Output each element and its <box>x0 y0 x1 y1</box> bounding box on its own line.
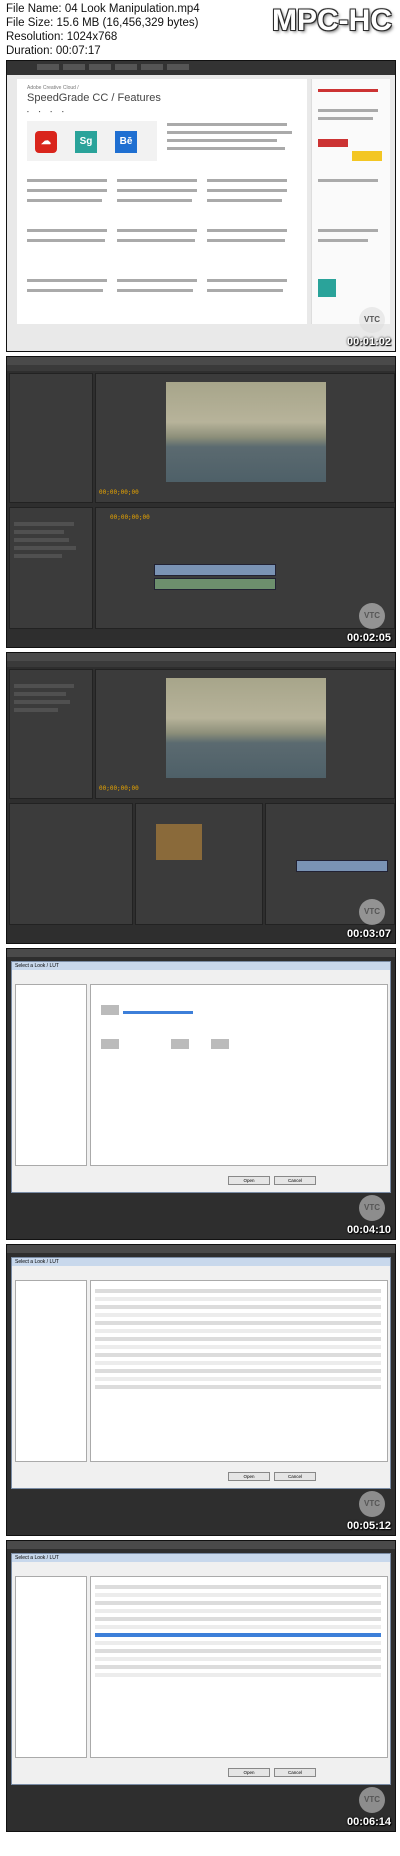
timestamp: 00:04:10 <box>346 1224 391 1236</box>
timestamp: 00:06:14 <box>346 1816 391 1828</box>
effect-controls-panel <box>9 373 93 503</box>
file-list[interactable] <box>90 1280 388 1462</box>
timestamp: 00:03:07 <box>346 928 391 940</box>
speedgrade-icon: Sg <box>75 131 97 153</box>
hard-drive-icon <box>101 1039 119 1049</box>
vtc-watermark-icon: VTC <box>359 899 385 925</box>
timestamp: 00:02:05 <box>346 632 391 644</box>
cancel-button[interactable]: Cancel <box>274 1176 316 1185</box>
timeline-clip[interactable] <box>154 564 276 576</box>
timestamp: 00:01:02 <box>346 336 391 348</box>
open-button[interactable]: Open <box>228 1472 270 1481</box>
creative-cloud-icon: ☁ <box>35 131 57 153</box>
file-size-value: 15.6 MB (16,456,329 bytes) <box>56 17 199 29</box>
vtc-watermark-icon: VTC <box>359 603 385 629</box>
selected-file-row[interactable] <box>95 1633 381 1637</box>
thumbnail-6[interactable]: Select a Look / LUT Open Cancel VTC 00:0… <box>6 1540 396 1832</box>
site-nav-bar <box>7 61 395 75</box>
project-panel <box>9 507 93 629</box>
folder-tree[interactable] <box>15 1280 87 1462</box>
thumbnail-4[interactable]: Select a Look / LUT Open Cancel VTC 00:0… <box>6 948 396 1240</box>
cancel-button[interactable]: Cancel <box>274 1768 316 1777</box>
duration-value: 00:07:17 <box>55 45 101 57</box>
media-browser-panel <box>135 803 263 925</box>
speedgrade-side-icon <box>318 279 336 297</box>
project-panel <box>9 803 133 925</box>
timeline-clip[interactable] <box>154 578 276 590</box>
timestamp: 00:05:12 <box>346 1520 391 1532</box>
open-button[interactable]: Open <box>228 1768 270 1777</box>
program-monitor: 00;00;00;00 <box>95 669 395 799</box>
vtc-watermark-icon: VTC <box>359 1195 385 1221</box>
timecode: 00;00;00;00 <box>99 489 139 496</box>
thumbnail-2[interactable]: 00;00;00;00 00;00;00;00 VTC 00:02:05 <box>6 356 396 648</box>
video-frame <box>166 678 326 778</box>
page-title: SpeedGrade CC / Features <box>27 92 161 104</box>
media-thumbnail[interactable] <box>156 824 202 860</box>
select-look-dialog: Select a Look / LUT Open Cancel <box>11 1553 391 1785</box>
thumbnail-1[interactable]: Adobe Creative Cloud / SpeedGrade CC / F… <box>6 60 396 352</box>
vtc-watermark-icon: VTC <box>359 1787 385 1813</box>
open-button[interactable]: Open <box>228 1176 270 1185</box>
breadcrumb: Adobe Creative Cloud / <box>27 85 79 91</box>
hard-drive-icon <box>101 1005 119 1015</box>
file-name-line: File Name: 04 Look Manipulation.mp4 <box>6 3 200 15</box>
web-sidebar <box>311 79 390 324</box>
vtc-watermark-icon: VTC <box>359 307 385 333</box>
hero-banner: ☁ Sg Bē <box>27 121 157 161</box>
select-look-dialog: Select a Look / LUT Open Cancel <box>11 1257 391 1489</box>
thumbnail-3[interactable]: 00;00;00;00 VTC 00:03:07 <box>6 652 396 944</box>
dialog-title: Select a Look / LUT <box>12 962 390 970</box>
hard-drive-icon <box>211 1039 229 1049</box>
cancel-button[interactable]: Cancel <box>274 1472 316 1481</box>
join-button[interactable] <box>352 151 382 161</box>
file-name-value: 04 Look Manipulation.mp4 <box>64 3 200 15</box>
thumbnail-5[interactable]: Select a Look / LUT Open Cancel VTC 00:0… <box>6 1244 396 1536</box>
vtc-watermark-icon: VTC <box>359 1491 385 1517</box>
mpc-hc-logo: MPC-HC <box>272 4 392 37</box>
video-frame <box>166 382 326 482</box>
select-look-dialog: Select a Look / LUT Open Cancel <box>11 961 391 1193</box>
file-list[interactable] <box>90 1576 388 1758</box>
web-main-content: Adobe Creative Cloud / SpeedGrade CC / F… <box>17 79 307 324</box>
behance-icon: Bē <box>115 131 137 153</box>
resolution-value: 1024x768 <box>66 31 118 43</box>
menu-bar <box>7 357 395 365</box>
resolution-line: Resolution: 1024x768 <box>6 31 118 43</box>
program-monitor: 00;00;00;00 <box>95 373 395 503</box>
effects-panel <box>9 669 93 799</box>
file-size-line: File Size: 15.6 MB (16,456,329 bytes) <box>6 17 199 29</box>
folder-tree[interactable] <box>15 1576 87 1758</box>
timeline-panel: 00;00;00;00 <box>95 507 395 629</box>
hard-drive-icon <box>171 1039 189 1049</box>
drive-list[interactable] <box>90 984 388 1166</box>
duration-line: Duration: 00:07:17 <box>6 45 101 57</box>
sub-tabs: ▪ ▪ ▪ ▪ <box>27 109 64 114</box>
folder-tree[interactable] <box>15 984 87 1166</box>
